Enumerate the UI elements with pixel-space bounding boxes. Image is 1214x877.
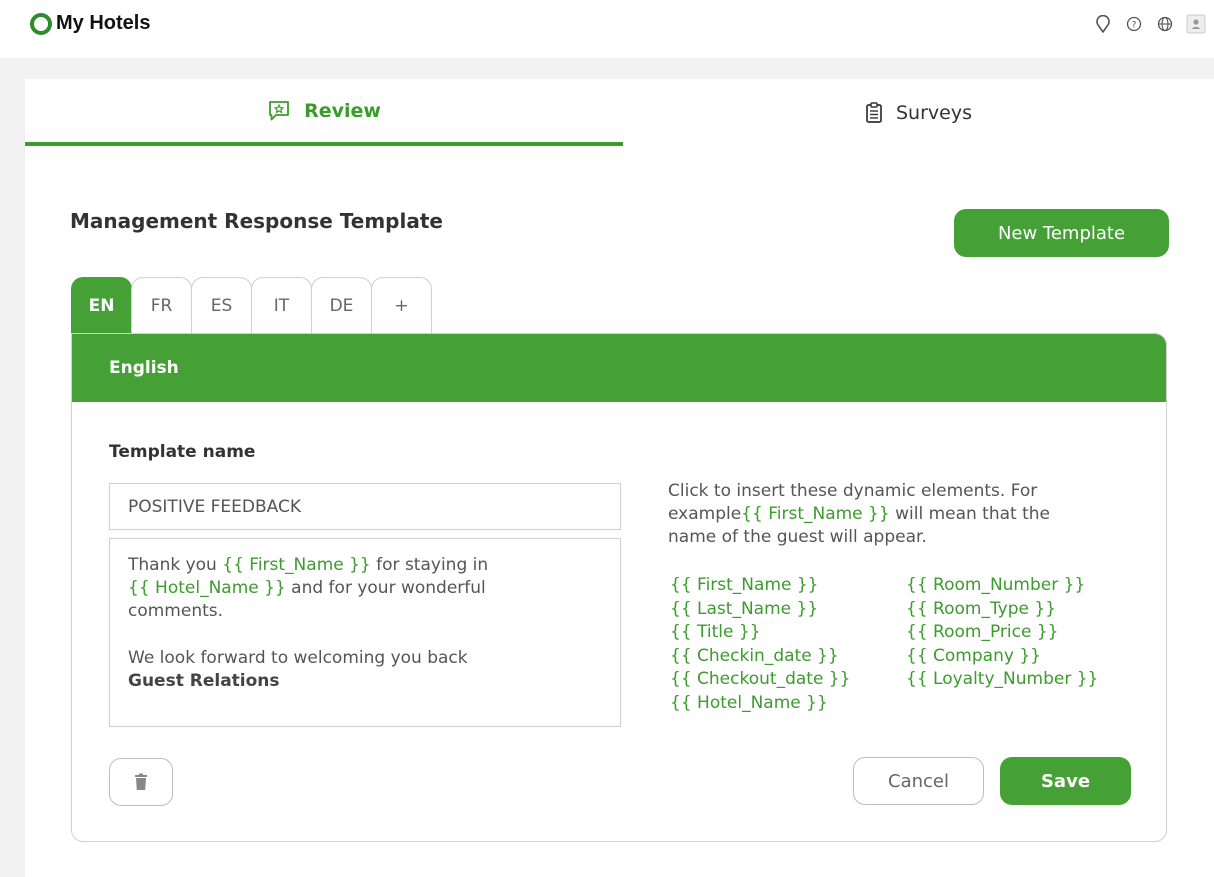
template-body-editor[interactable]: Thank you {{ First_Name }} for staying i… [109, 538, 621, 727]
body-line: Thank you {{ First_Name }} for staying i… [128, 554, 602, 577]
variable-title[interactable]: {{ Title }} [670, 621, 850, 645]
body-line: {{ Hotel_Name }} and for your wonderful [128, 577, 602, 600]
variables-column-2: {{ Room_Number }} {{ Room_Type }} {{ Roo… [906, 574, 1098, 692]
body-text: and for your wonderful [285, 578, 486, 598]
hotel-name-token: {{ Hotel_Name }} [128, 578, 286, 598]
cancel-button[interactable]: Cancel [853, 757, 984, 805]
globe-icon[interactable] [1155, 14, 1175, 34]
variable-room-price[interactable]: {{ Room_Price }} [906, 621, 1098, 645]
variable-last-name[interactable]: {{ Last_Name }} [670, 598, 850, 622]
body-line: comments. [128, 601, 224, 621]
first-name-token: {{ First_Name }} [222, 555, 371, 575]
user-avatar-icon[interactable] [1186, 14, 1206, 34]
page-title: Management Response Template [70, 209, 443, 233]
body-text: for staying in [370, 555, 489, 575]
svg-text:?: ? [1132, 21, 1137, 31]
delete-template-button[interactable] [109, 758, 173, 806]
template-card: English Template name Thank you {{ First… [71, 333, 1167, 842]
lang-tab-en[interactable]: EN [71, 277, 132, 334]
body-line: We look forward to welcoming you back [128, 648, 468, 668]
variable-room-number[interactable]: {{ Room_Number }} [906, 574, 1098, 598]
variable-first-name[interactable]: {{ First_Name }} [670, 574, 850, 598]
variable-hotel-name[interactable]: {{ Hotel_Name }} [670, 692, 850, 716]
variable-loyalty-number[interactable]: {{ Loyalty_Number }} [906, 668, 1098, 692]
clipboard-icon [866, 101, 882, 123]
location-pin-icon[interactable] [1093, 14, 1113, 34]
logo-ring-icon [30, 12, 52, 35]
tab-surveys[interactable]: Surveys [623, 79, 1214, 146]
template-name-input[interactable] [109, 483, 621, 530]
top-bar: My Hotels ? [0, 0, 1214, 58]
main-panel: Review Surveys Management Response Templ… [25, 79, 1214, 877]
help-example-token: {{ First_Name }} [741, 504, 890, 524]
dynamic-elements-help: Click to insert these dynamic elements. … [668, 480, 1088, 549]
add-language-tab[interactable]: + [371, 277, 432, 334]
trash-icon [135, 773, 147, 790]
lang-tab-de[interactable]: DE [311, 277, 372, 334]
variables-column-1: {{ First_Name }} {{ Last_Name }} {{ Titl… [670, 574, 850, 716]
lang-tab-es[interactable]: ES [191, 277, 252, 334]
template-name-label: Template name [109, 442, 256, 462]
new-template-button[interactable]: New Template [954, 209, 1169, 257]
variable-checkin-date[interactable]: {{ Checkin_date }} [670, 645, 850, 669]
variable-checkout-date[interactable]: {{ Checkout_date }} [670, 668, 850, 692]
main-tabs: Review Surveys [25, 79, 1214, 146]
variable-company[interactable]: {{ Company }} [906, 645, 1098, 669]
tab-review-label: Review [304, 99, 381, 122]
body-signoff: Guest Relations [128, 671, 280, 691]
variable-room-type[interactable]: {{ Room_Type }} [906, 598, 1098, 622]
lang-tab-fr[interactable]: FR [131, 277, 192, 334]
review-chat-icon [269, 100, 289, 120]
language-tabs: EN FR ES IT DE + [71, 277, 432, 334]
body-text: Thank you [128, 555, 223, 575]
tab-surveys-label: Surveys [896, 101, 972, 124]
help-icon[interactable]: ? [1124, 14, 1144, 34]
tab-review[interactable]: Review [25, 79, 623, 146]
app-title: My Hotels [56, 12, 151, 34]
save-button[interactable]: Save [1000, 757, 1131, 805]
top-icons: ? [1082, 14, 1206, 34]
language-header: English [72, 334, 1166, 402]
app-logo[interactable]: My Hotels [30, 12, 150, 35]
lang-tab-it[interactable]: IT [251, 277, 312, 334]
